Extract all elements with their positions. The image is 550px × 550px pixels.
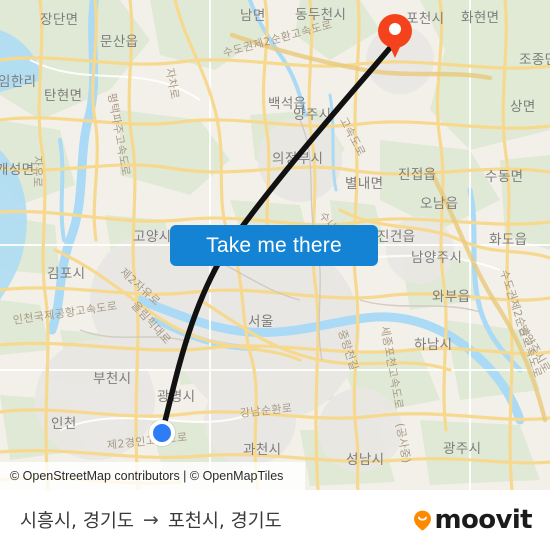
pin-inner-dot [389,23,401,35]
trip-destination-label: 포천시, 경기도 [167,511,282,532]
app-root: 장단면문산읍남면동두천시포천시화현면임한리탄현면백석읍양주시조종면상면수도권제2… [0,0,550,550]
bottom-bar: 시흥시, 경기도 → 포천시, 경기도 moovit [0,490,550,550]
trip-origin-label: 시흥시, 경기도 [20,511,134,532]
map-canvas[interactable]: 장단면문산읍남면동두천시포천시화현면임한리탄현면백석읍양주시조종면상면수도권제2… [0,0,550,490]
destination-pin[interactable] [378,14,412,60]
attribution-text: © OpenStreetMap contributors | © OpenMap… [10,469,284,483]
origin-location-dot[interactable] [149,420,175,446]
moovit-wordmark: moovit [434,505,532,535]
trip-summary: 시흥시, 경기도 → 포천시, 경기도 [20,507,282,533]
moovit-logo[interactable]: moovit [413,505,533,535]
arrow-right-icon: → [142,509,159,531]
take-me-there-button[interactable]: Take me there [170,225,378,266]
moovit-pin-icon [413,510,432,531]
map-attribution: © OpenStreetMap contributors | © OpenMap… [0,462,305,490]
